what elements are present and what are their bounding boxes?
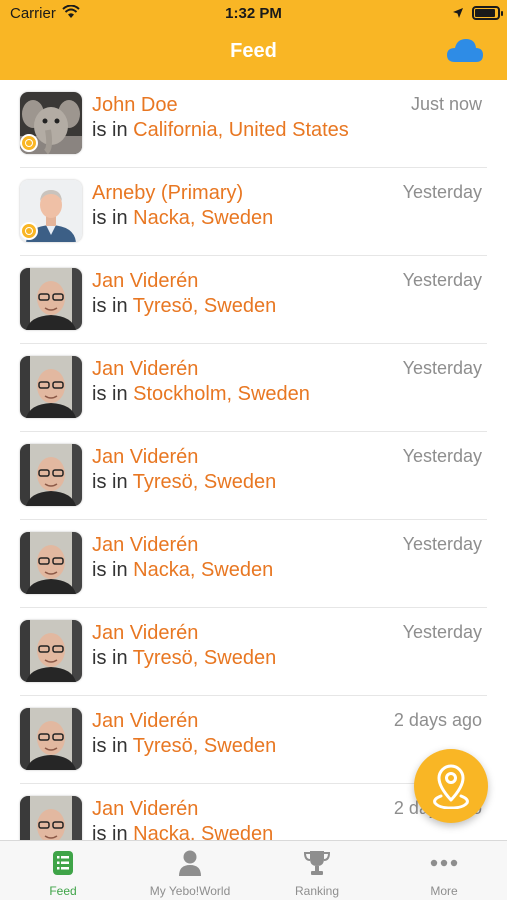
location-link[interactable]: Nacka, Sweden bbox=[133, 559, 273, 581]
contact-name[interactable]: Jan Viderén bbox=[92, 534, 198, 557]
feed-list: John Doe is in California, United States… bbox=[0, 80, 507, 840]
contact-name[interactable]: Jan Viderén bbox=[92, 270, 198, 293]
avatar bbox=[20, 356, 82, 418]
star-badge-icon bbox=[20, 222, 38, 240]
check-in-button[interactable] bbox=[414, 749, 488, 823]
timestamp: Just now bbox=[410, 94, 482, 114]
page-title: Feed bbox=[230, 40, 277, 62]
feed-item[interactable]: Jan Viderén is in Stockholm, Sweden Yest… bbox=[0, 344, 507, 432]
location-prefix: is in bbox=[92, 647, 128, 669]
contact-name[interactable]: Jan Viderén bbox=[92, 710, 198, 733]
cloud-icon[interactable] bbox=[445, 36, 485, 66]
location-line: is in Nacka, Sweden bbox=[92, 559, 273, 582]
tab-label: Feed bbox=[49, 884, 77, 898]
location-line: is in Tyresö, Sweden bbox=[92, 647, 276, 670]
timestamp: Yesterday bbox=[402, 358, 482, 378]
location-pin-icon bbox=[433, 764, 469, 809]
location-line: is in Tyresö, Sweden bbox=[92, 471, 276, 494]
timestamp: Yesterday bbox=[402, 446, 482, 466]
location-link[interactable]: Tyresö, Sweden bbox=[133, 471, 276, 493]
contact-name[interactable]: Arneby (Primary) bbox=[92, 182, 243, 205]
feed-item[interactable]: Arneby (Primary) is in Nacka, Sweden Yes… bbox=[0, 168, 507, 256]
avatar bbox=[20, 708, 82, 770]
location-link[interactable]: California, United States bbox=[133, 119, 349, 141]
contact-name[interactable]: Jan Viderén bbox=[92, 358, 198, 381]
timestamp: Yesterday bbox=[402, 270, 482, 290]
tab-label: Ranking bbox=[294, 884, 340, 898]
tab-feed[interactable]: Feed bbox=[0, 841, 126, 900]
timestamp: 2 days ago bbox=[393, 710, 482, 730]
avatar bbox=[20, 532, 82, 594]
location-link[interactable]: Tyresö, Sweden bbox=[133, 735, 276, 757]
status-time: 1:32 PM bbox=[225, 5, 282, 22]
more-icon bbox=[430, 859, 458, 867]
star-badge-icon bbox=[20, 134, 38, 152]
tab-my-yebo-world[interactable]: My Yebo!World bbox=[127, 841, 253, 900]
location-prefix: is in bbox=[92, 383, 128, 405]
avatar bbox=[20, 620, 82, 682]
timestamp: Yesterday bbox=[402, 622, 482, 642]
tab-label: My Yebo!World bbox=[149, 884, 231, 898]
location-link[interactable]: Stockholm, Sweden bbox=[133, 383, 310, 405]
avatar bbox=[20, 444, 82, 506]
location-line: is in Tyresö, Sweden bbox=[92, 295, 276, 318]
avatar bbox=[20, 268, 82, 330]
location-arrow-icon bbox=[453, 8, 463, 18]
timestamp: Yesterday bbox=[402, 182, 482, 202]
avatar bbox=[20, 796, 82, 840]
contact-name[interactable]: Jan Viderén bbox=[92, 446, 198, 469]
feed-icon bbox=[53, 851, 73, 875]
feed-item[interactable]: Jan Viderén is in Tyresö, Sweden Yesterd… bbox=[0, 608, 507, 696]
app-header: Carrier 1:32 PM Feed bbox=[0, 0, 507, 80]
location-prefix: is in bbox=[92, 559, 128, 581]
location-prefix: is in bbox=[92, 823, 128, 840]
location-prefix: is in bbox=[92, 295, 128, 317]
tab-label: More bbox=[430, 884, 458, 898]
location-prefix: is in bbox=[92, 119, 128, 141]
location-prefix: is in bbox=[92, 207, 128, 229]
location-prefix: is in bbox=[92, 735, 128, 757]
trophy-icon bbox=[303, 851, 331, 875]
tab-bar: Feed My Yebo!World Ranking More bbox=[0, 840, 507, 900]
location-prefix: is in bbox=[92, 471, 128, 493]
location-link[interactable]: Nacka, Sweden bbox=[133, 823, 273, 840]
contact-name[interactable]: Jan Viderén bbox=[92, 798, 198, 821]
location-line: is in Tyresö, Sweden bbox=[92, 735, 276, 758]
feed-item[interactable]: John Doe is in California, United States… bbox=[0, 80, 507, 168]
tab-more[interactable]: More bbox=[381, 841, 507, 900]
battery-icon bbox=[472, 6, 503, 20]
status-bar: Carrier 1:32 PM bbox=[0, 0, 507, 28]
location-line: is in Nacka, Sweden bbox=[92, 823, 273, 840]
location-line: is in Stockholm, Sweden bbox=[92, 383, 310, 406]
location-line: is in Nacka, Sweden bbox=[92, 207, 273, 230]
location-link[interactable]: Tyresö, Sweden bbox=[133, 647, 276, 669]
feed-item[interactable]: Jan Viderén is in Tyresö, Sweden Yesterd… bbox=[0, 256, 507, 344]
timestamp: Yesterday bbox=[402, 534, 482, 554]
feed-item[interactable]: Jan Viderén is in Nacka, Sweden Yesterda… bbox=[0, 520, 507, 608]
contact-name[interactable]: John Doe bbox=[92, 94, 178, 117]
feed-item[interactable]: Jan Viderén is in Tyresö, Sweden Yesterd… bbox=[0, 432, 507, 520]
contact-name[interactable]: Jan Viderén bbox=[92, 622, 198, 645]
location-link[interactable]: Nacka, Sweden bbox=[133, 207, 273, 229]
location-line: is in California, United States bbox=[92, 119, 349, 142]
person-icon bbox=[179, 850, 201, 876]
tab-ranking[interactable]: Ranking bbox=[254, 841, 380, 900]
location-link[interactable]: Tyresö, Sweden bbox=[133, 295, 276, 317]
